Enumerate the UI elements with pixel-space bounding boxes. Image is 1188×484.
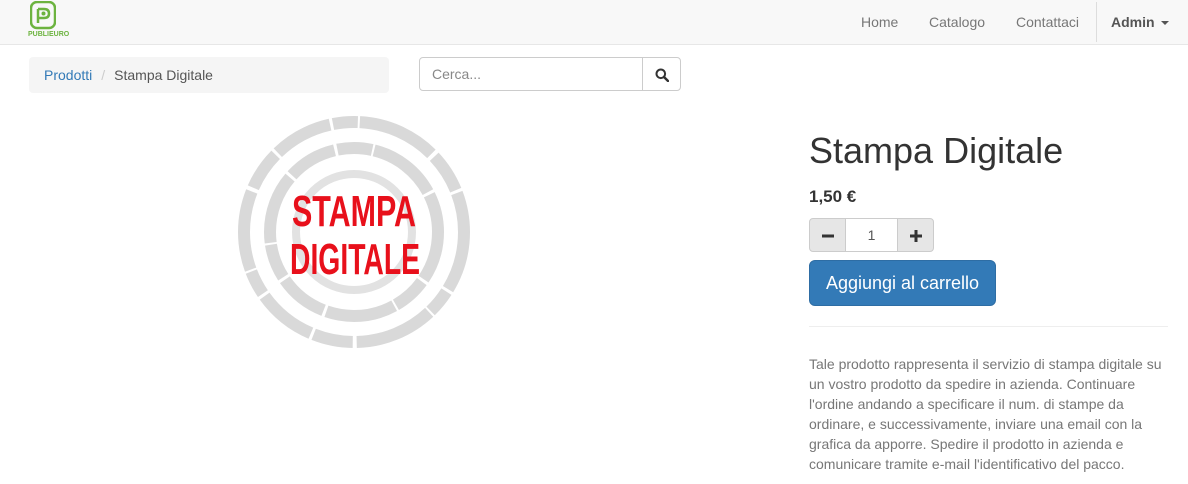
brand-text: PUBLIEURO (28, 31, 70, 38)
search-button[interactable] (642, 57, 681, 91)
search-icon (655, 68, 669, 82)
logo-icon (30, 1, 56, 30)
search-input[interactable] (419, 57, 643, 91)
nav-contact[interactable]: Contattaci (1016, 0, 1079, 44)
user-menu-toggle[interactable]: Admin (1111, 0, 1169, 44)
nav-link-home[interactable]: Home (861, 0, 898, 44)
quantity-increase-button[interactable] (897, 218, 934, 252)
caret-down-icon (1160, 21, 1169, 26)
divider (809, 326, 1168, 327)
search-group (419, 57, 681, 91)
product-price: 1,50 € (809, 187, 857, 206)
nav-home[interactable]: Home (861, 0, 898, 44)
add-to-cart-button[interactable]: Aggiungi al carrello (809, 260, 996, 306)
quantity-input[interactable] (845, 218, 898, 252)
product-image-text-line1: STAMPA (292, 187, 416, 236)
quantity-stepper (809, 218, 934, 252)
breadcrumb-current: Stampa Digitale (114, 67, 213, 83)
product-image-text-line2: DIGITALE (290, 235, 420, 284)
breadcrumb-link-prodotti[interactable]: Prodotti (44, 67, 92, 83)
product-image: STAMPA DIGITALE (238, 116, 470, 348)
nav-catalog[interactable]: Catalogo (929, 0, 985, 44)
quantity-decrease-button[interactable] (809, 218, 846, 252)
minus-icon (822, 234, 834, 238)
plus-icon (910, 230, 922, 242)
user-menu-label: Admin (1111, 14, 1155, 30)
product-title: Stampa Digitale (809, 130, 1064, 171)
breadcrumb-separator: / (101, 67, 106, 83)
nav-link-catalogo[interactable]: Catalogo (929, 0, 985, 44)
breadcrumb: Prodotti / Stampa Digitale (29, 57, 389, 93)
navbar: PUBLIEURO Home Catalogo Contattaci Admin (0, 0, 1188, 45)
brand-logo[interactable]: PUBLIEURO (28, 1, 76, 43)
nav-link-contattaci[interactable]: Contattaci (1016, 0, 1079, 44)
nav-divider (1096, 2, 1097, 42)
product-description: Tale prodotto rappresenta il servizio di… (809, 356, 1162, 472)
